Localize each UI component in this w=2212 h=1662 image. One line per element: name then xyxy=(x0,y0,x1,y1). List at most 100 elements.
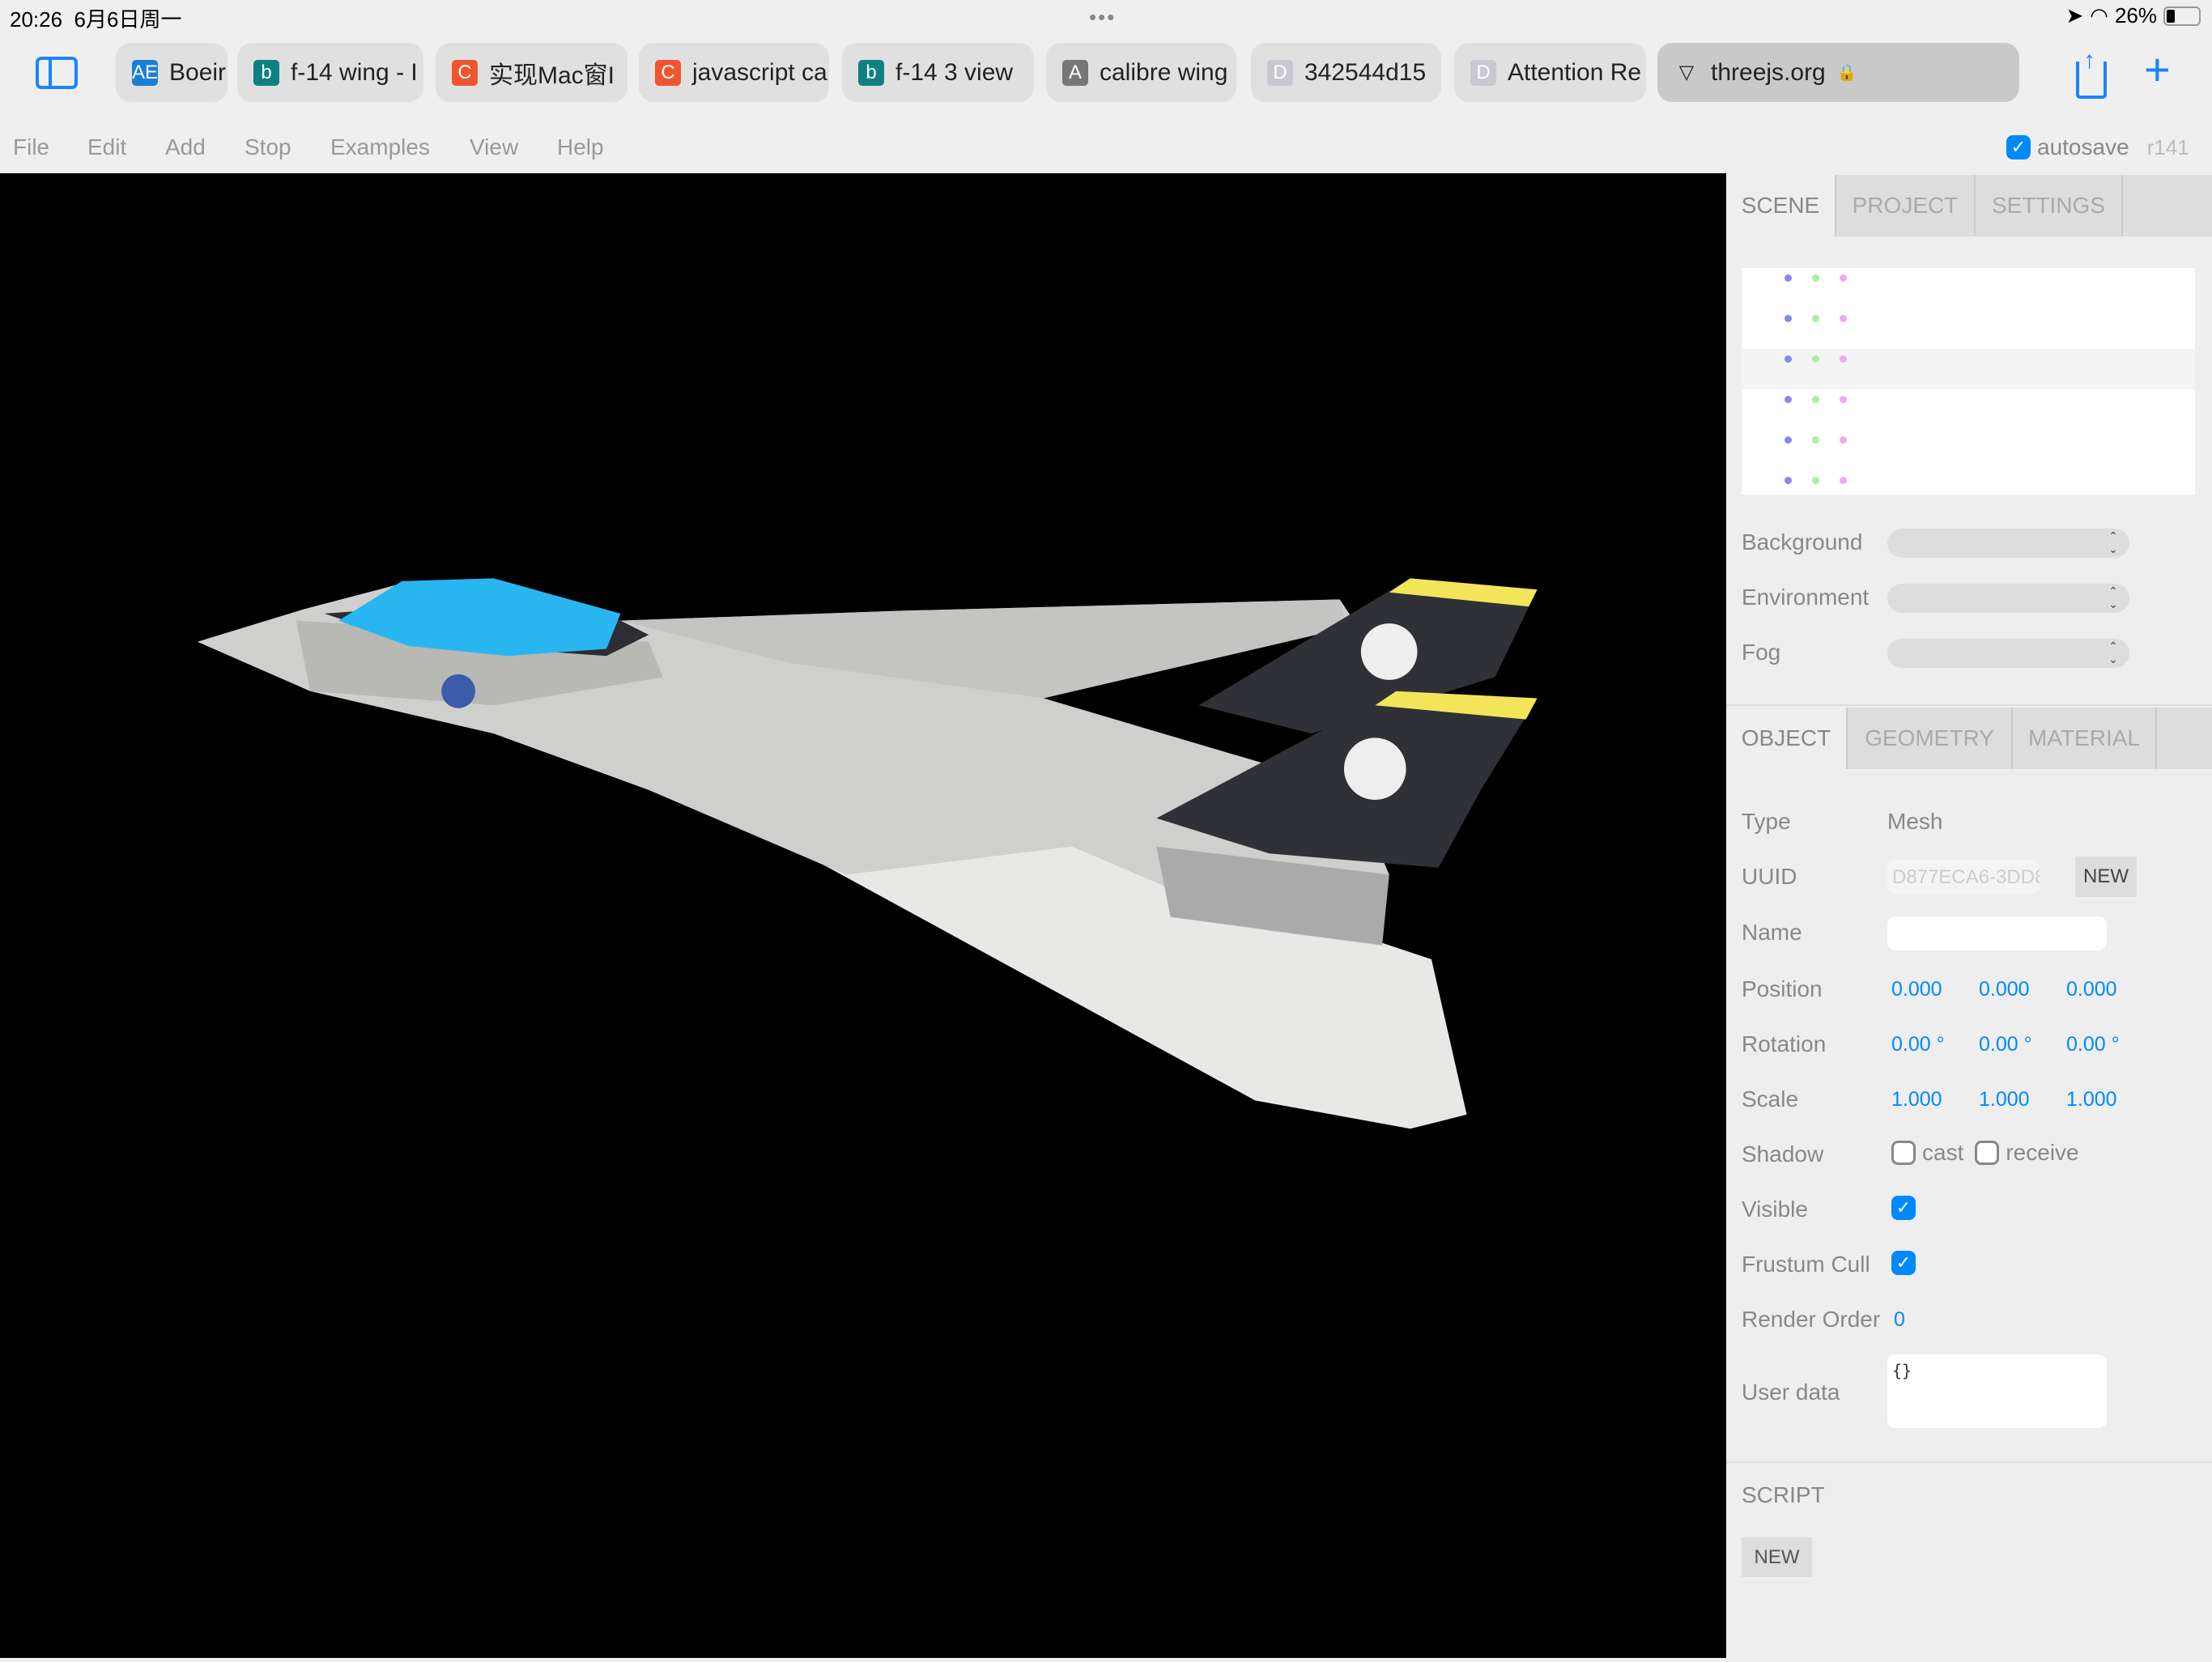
browser-tab[interactable]: Cjavascript ca xyxy=(639,43,829,102)
cast-label: cast xyxy=(1922,1140,1964,1165)
rotation-z[interactable]: 0.00 ° xyxy=(2066,1033,2120,1056)
browser-tab[interactable]: b f-14 3 view xyxy=(842,43,1034,102)
position-x[interactable]: 0.000 xyxy=(1891,978,1942,1001)
share-arrow-icon: ↑ xyxy=(2083,47,2095,74)
geometry-dot-icon xyxy=(1812,477,1819,484)
browser-tab[interactable]: C 实现Mac窗I xyxy=(436,43,627,102)
tab-favicon-icon: ▽ xyxy=(1678,62,1695,83)
name-input[interactable] xyxy=(1887,916,2107,950)
shadow-label: Shadow xyxy=(1742,1141,1824,1167)
tab-scene[interactable]: SCENE xyxy=(1726,175,1836,236)
sidebar-toggle-icon[interactable] xyxy=(36,57,78,89)
outliner-row[interactable] xyxy=(1742,308,2195,349)
autosave-toggle[interactable]: ✓ autosave r141 xyxy=(2006,134,2189,160)
uuid-field[interactable]: D877ECA6-3DD8- xyxy=(1887,860,2040,894)
browser-tab[interactable]: Acalibre wing xyxy=(1046,43,1236,102)
3d-viewport[interactable] xyxy=(0,173,1726,1658)
object-dot-icon xyxy=(1784,315,1792,322)
autosave-label: autosave xyxy=(2037,134,2129,159)
receive-checkbox[interactable] xyxy=(1975,1141,2000,1165)
position-z[interactable]: 0.000 xyxy=(2066,978,2117,1001)
autosave-checkbox[interactable]: ✓ xyxy=(2006,135,2031,159)
visible-label: Visible xyxy=(1742,1197,1808,1222)
tab-title: Boeir xyxy=(169,58,227,86)
outliner-row[interactable] xyxy=(1742,268,2195,308)
type-value: Mesh xyxy=(1887,809,1943,834)
render-order-label: Render Order xyxy=(1742,1307,1881,1332)
rotation-label: Rotation xyxy=(1742,1031,1827,1056)
tab-title: calibre wing xyxy=(1100,58,1228,86)
menu-stop[interactable]: Stop xyxy=(245,134,291,160)
outliner-row[interactable] xyxy=(1742,430,2195,470)
scale-x[interactable]: 1.000 xyxy=(1891,1088,1942,1112)
browser-tab[interactable]: AE Boeir xyxy=(116,43,228,102)
cast-checkbox[interactable] xyxy=(1891,1141,1916,1165)
render-order-value[interactable]: 0 xyxy=(1894,1308,1905,1332)
new-tab-button[interactable]: + xyxy=(2144,45,2171,94)
background-select[interactable] xyxy=(1887,529,2129,558)
skull-lower xyxy=(1343,737,1406,801)
roundel xyxy=(441,674,475,708)
tab-favicon-icon: D xyxy=(1470,59,1496,86)
environment-label: Environment xyxy=(1742,584,1870,610)
background-label: Background xyxy=(1742,529,1863,555)
tab-object[interactable]: OBJECT xyxy=(1726,708,1848,769)
object-dot-icon xyxy=(1784,477,1792,484)
frustum-cull-label: Frustum Cull xyxy=(1742,1252,1870,1277)
uuid-new-button[interactable]: NEW xyxy=(2075,857,2137,897)
tab-favicon-icon: A xyxy=(1062,59,1088,86)
userdata-textarea[interactable]: {} xyxy=(1887,1354,2107,1428)
menu-edit[interactable]: Edit xyxy=(87,134,126,160)
rotation-x[interactable]: 0.00 ° xyxy=(1891,1033,1945,1056)
outliner-row[interactable] xyxy=(1742,349,2195,389)
tab-favicon-icon: D xyxy=(1267,59,1293,86)
fog-select[interactable] xyxy=(1887,639,2129,668)
outliner-row[interactable] xyxy=(1742,470,2195,511)
userdata-label: User data xyxy=(1742,1379,1840,1405)
menu-file[interactable]: File xyxy=(13,134,49,160)
name-label: Name xyxy=(1742,920,1802,945)
tab-title: threejs.org xyxy=(1711,58,1826,86)
material-dot-icon xyxy=(1840,315,1847,322)
fog-label: Fog xyxy=(1742,640,1781,665)
f14-model[interactable] xyxy=(0,173,1726,1658)
browser-tab[interactable]: ▽ threejs.org 🔒 xyxy=(1657,43,2019,102)
object-dot-icon xyxy=(1784,274,1792,282)
position-y[interactable]: 0.000 xyxy=(1979,978,2030,1001)
rotation-y[interactable]: 0.00 ° xyxy=(1979,1033,2032,1056)
menu-examples[interactable]: Examples xyxy=(330,134,430,160)
material-dot-icon xyxy=(1840,436,1847,444)
tab-favicon-icon: b xyxy=(858,59,884,86)
lock-icon: 🔒 xyxy=(1836,64,1857,82)
scale-y[interactable]: 1.000 xyxy=(1979,1088,2030,1112)
status-bar: 20:26 6月6日周一 ••• ➤ ◠ 26% xyxy=(0,0,2212,32)
menu-add[interactable]: Add xyxy=(165,134,206,160)
menu-help[interactable]: Help xyxy=(557,134,604,160)
tab-project[interactable]: PROJECT xyxy=(1836,175,1976,236)
browser-tab[interactable]: D Attention Re xyxy=(1454,43,1646,102)
new-script-button[interactable]: NEW xyxy=(1742,1537,1812,1577)
environment-select[interactable] xyxy=(1887,584,2129,613)
location-icon: ➤ xyxy=(2065,3,2084,28)
frustum-cull-checkbox[interactable]: ✓ xyxy=(1891,1251,1916,1275)
uuid-label: UUID xyxy=(1742,864,1797,889)
scene-outliner[interactable] xyxy=(1742,268,2195,495)
tab-title: 342544d15 xyxy=(1304,58,1427,86)
tab-settings[interactable]: SETTINGS xyxy=(1976,175,2123,236)
tab-geometry[interactable]: GEOMETRY xyxy=(1848,708,2013,769)
tab-material[interactable]: MATERIAL xyxy=(2013,708,2157,769)
sidebar-panel: SCENE PROJECT SETTINGS Background Enviro… xyxy=(1726,173,2212,1658)
battery-icon xyxy=(2163,6,2201,26)
browser-tab[interactable]: D 342544d15 xyxy=(1251,43,1441,102)
tab-title: f-14 3 view xyxy=(895,58,1014,86)
tab-favicon-icon: AE xyxy=(132,59,158,86)
wifi-icon: ◠ xyxy=(2090,3,2108,28)
multitask-dots-icon[interactable]: ••• xyxy=(1089,5,1116,30)
outliner-row[interactable] xyxy=(1742,389,2195,430)
visible-checkbox[interactable]: ✓ xyxy=(1891,1196,1916,1220)
scale-z[interactable]: 1.000 xyxy=(2066,1088,2117,1112)
menu-view[interactable]: View xyxy=(470,134,518,160)
panel-tabs: SCENE PROJECT SETTINGS xyxy=(1726,175,2212,236)
browser-tab[interactable]: b f-14 wing - I xyxy=(237,43,423,102)
geometry-dot-icon xyxy=(1812,396,1819,403)
